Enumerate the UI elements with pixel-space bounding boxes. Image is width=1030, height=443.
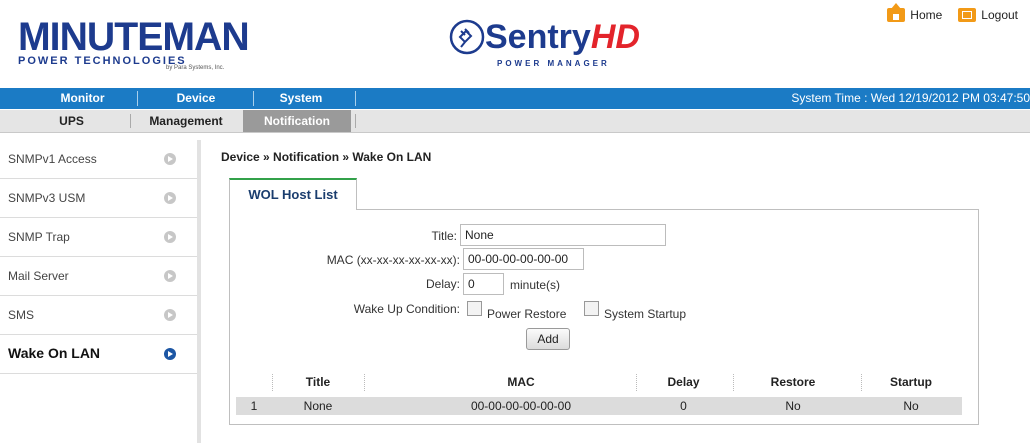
sidebar-item-mail-server[interactable]: Mail Server xyxy=(0,257,197,296)
top-links: Home Logout xyxy=(887,3,1018,22)
arrow-right-icon xyxy=(164,348,176,360)
system-startup-label: System Startup xyxy=(604,307,687,321)
column-header-startup: Startup xyxy=(890,375,932,389)
column-header-mac: MAC xyxy=(507,375,535,389)
column-divider xyxy=(636,374,637,391)
subnav-notification[interactable]: Notification xyxy=(243,110,351,132)
power-restore-label: Power Restore xyxy=(487,307,567,321)
sidebar-item-snmpv1-access[interactable]: SNMPv1 Access xyxy=(0,140,197,179)
nav-device[interactable]: Device xyxy=(141,88,251,109)
brand-tiny: by Para Systems, Inc. xyxy=(166,65,225,71)
delay-label: Delay: xyxy=(425,277,460,291)
home-link[interactable]: Home xyxy=(887,3,943,22)
subnav-ups[interactable]: UPS xyxy=(18,110,125,132)
title-input[interactable] xyxy=(460,224,666,246)
product-hd: HD xyxy=(590,18,640,56)
sidebar-item-wake-on-lan[interactable]: Wake On LAN xyxy=(0,335,197,374)
wake-condition-label: Wake Up Condition: xyxy=(353,302,460,316)
sidebar-item-label: SNMPv1 Access xyxy=(8,152,97,166)
sidebar-item-snmpv3-usm[interactable]: SNMPv3 USM xyxy=(0,179,197,218)
column-header-delay: Delay xyxy=(667,375,700,389)
nav-divider xyxy=(355,91,356,106)
system-startup-checkbox[interactable] xyxy=(584,301,599,316)
sidebar-item-label: SMS xyxy=(8,308,35,322)
column-header-title: Title xyxy=(305,375,331,389)
column-divider xyxy=(364,374,365,391)
logout-link[interactable]: Logout xyxy=(958,8,1018,22)
nav-monitor[interactable]: Monitor xyxy=(30,88,135,109)
subnav-management[interactable]: Management xyxy=(133,110,239,132)
mac-label: MAC (xx-xx-xx-xx-xx-xx): xyxy=(326,253,460,267)
tab-wol-host-list[interactable]: WOL Host List xyxy=(229,178,357,210)
delay-unit: minute(s) xyxy=(510,278,561,292)
product-sub: POWER MANAGER xyxy=(497,59,610,68)
brand-main: MINUTEMAN xyxy=(18,15,250,59)
subnav-divider xyxy=(130,114,131,128)
main-nav: Monitor Device System System Time : Wed … xyxy=(0,88,1030,109)
row-index: 1 xyxy=(250,399,258,413)
system-time: System Time : Wed 12/19/2012 PM 03:47:50 xyxy=(791,91,1030,105)
arrow-right-icon xyxy=(164,153,176,165)
sidebar: SNMPv1 Access SNMPv3 USM SNMP Trap Mail … xyxy=(0,140,201,443)
row-mac: 00-00-00-00-00-00 xyxy=(470,399,572,413)
column-divider xyxy=(733,374,734,391)
logout-icon xyxy=(958,8,977,22)
arrow-right-icon xyxy=(164,270,176,282)
sidebar-item-sms[interactable]: SMS xyxy=(0,296,197,335)
row-restore: No xyxy=(785,399,801,413)
sidebar-item-label: Mail Server xyxy=(8,269,69,283)
power-restore-checkbox[interactable] xyxy=(467,301,482,316)
breadcrumb: Device » Notification » Wake On LAN xyxy=(221,150,432,164)
plug-icon xyxy=(449,19,485,55)
nav-divider xyxy=(137,91,138,106)
sidebar-item-snmp-trap[interactable]: SNMP Trap xyxy=(0,218,197,257)
row-delay: 0 xyxy=(680,399,687,413)
sidebar-item-label: Wake On LAN xyxy=(8,345,101,361)
product-name: SentryHD xyxy=(485,17,640,57)
logout-label: Logout xyxy=(981,8,1018,22)
column-divider xyxy=(272,374,273,391)
nav-system[interactable]: System xyxy=(255,88,347,109)
arrow-right-icon xyxy=(164,192,176,204)
add-button[interactable]: Add xyxy=(526,328,570,350)
home-icon xyxy=(887,3,906,22)
table-row[interactable]: 1 None 00-00-00-00-00-00 0 No No xyxy=(236,397,962,415)
home-label: Home xyxy=(910,8,943,22)
subnav-divider xyxy=(355,114,356,128)
delay-input[interactable] xyxy=(463,273,504,295)
sidebar-item-label: SNMP Trap xyxy=(8,230,70,244)
title-label: Title: xyxy=(431,229,457,243)
mac-input[interactable] xyxy=(463,248,584,270)
row-startup: No xyxy=(903,399,919,413)
arrow-right-icon xyxy=(164,309,176,321)
column-header-restore: Restore xyxy=(770,375,816,389)
table-header: Title MAC Delay Restore Startup xyxy=(236,372,962,393)
minuteman-logo: MINUTEMAN POWER TECHNOLOGIES by Para Sys… xyxy=(18,15,250,71)
product-main: Sentry xyxy=(485,18,591,56)
row-title: None xyxy=(303,399,333,413)
sub-nav: UPS Management Notification xyxy=(0,110,1030,133)
arrow-right-icon xyxy=(164,231,176,243)
sidebar-item-label: SNMPv3 USM xyxy=(8,191,86,205)
header: MINUTEMAN POWER TECHNOLOGIES by Para Sys… xyxy=(0,0,1030,88)
column-divider xyxy=(861,374,862,391)
sentryhd-logo: SentryHD POWER MANAGER xyxy=(449,15,640,75)
nav-divider xyxy=(253,91,254,106)
